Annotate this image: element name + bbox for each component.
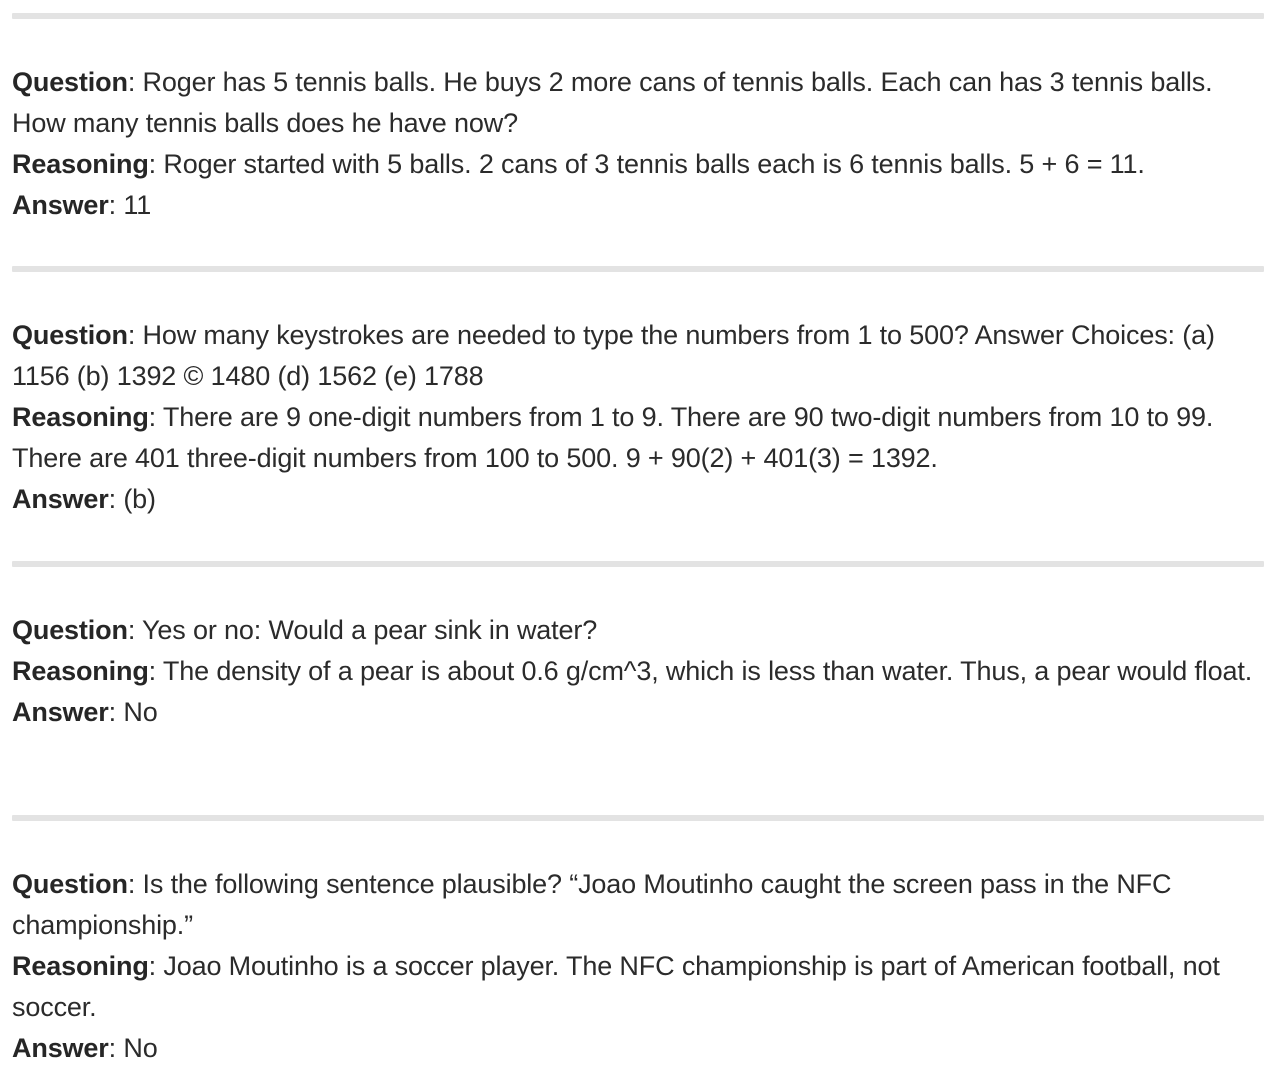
separator-rule xyxy=(12,266,1264,272)
answer-label: Answer xyxy=(12,1033,109,1063)
answer-line: Answer: 11 xyxy=(12,185,1264,226)
answer-label: Answer xyxy=(12,697,109,727)
reasoning-label: Reasoning xyxy=(12,951,149,981)
answer-text: No xyxy=(123,697,158,727)
label-separator: : xyxy=(127,869,143,899)
reasoning-text: Roger started with 5 balls. 2 cans of 3 … xyxy=(163,149,1145,179)
reasoning-label: Reasoning xyxy=(12,149,149,179)
question-label: Question xyxy=(12,869,128,899)
separator-rule xyxy=(12,815,1264,821)
question-line: Question: Is the following sentence plau… xyxy=(12,864,1264,946)
example-block-1: Question: Roger has 5 tennis balls. He b… xyxy=(12,62,1264,226)
label-separator: : xyxy=(108,484,124,514)
reasoning-text: The density of a pear is about 0.6 g/cm^… xyxy=(162,656,1253,686)
reasoning-text: Joao Moutinho is a soccer player. The NF… xyxy=(12,951,1220,1022)
label-separator: : xyxy=(108,190,124,220)
answer-text: (b) xyxy=(123,484,156,514)
question-text: How many keystrokes are needed to type t… xyxy=(12,320,1215,391)
label-separator: : xyxy=(127,67,143,97)
label-separator: : xyxy=(148,951,164,981)
label-separator: : xyxy=(108,1033,124,1063)
separator-rule xyxy=(12,13,1264,19)
question-label: Question xyxy=(12,615,128,645)
question-text: Yes or no: Would a pear sink in water? xyxy=(142,615,598,645)
label-separator: : xyxy=(108,697,124,727)
answer-line: Answer: (b) xyxy=(12,479,1264,520)
question-line: Question: Yes or no: Would a pear sink i… xyxy=(12,610,1264,651)
label-separator: : xyxy=(148,656,163,686)
question-line: Question: How many keystrokes are needed… xyxy=(12,315,1264,397)
example-block-3: Question: Yes or no: Would a pear sink i… xyxy=(12,610,1264,733)
question-line: Question: Roger has 5 tennis balls. He b… xyxy=(12,62,1264,144)
reasoning-line: Reasoning: There are 9 one-digit numbers… xyxy=(12,397,1264,479)
question-text: Is the following sentence plausible? “Jo… xyxy=(12,869,1172,940)
reasoning-label: Reasoning xyxy=(12,656,149,686)
answer-line: Answer: No xyxy=(12,692,1264,733)
answer-text: 11 xyxy=(123,190,152,220)
answer-line: Answer: No xyxy=(12,1028,1264,1069)
reasoning-label: Reasoning xyxy=(12,402,149,432)
reasoning-text: There are 9 one-digit numbers from 1 to … xyxy=(12,402,1214,473)
question-text: Roger has 5 tennis balls. He buys 2 more… xyxy=(12,67,1213,138)
label-separator: : xyxy=(148,402,163,432)
reasoning-line: Reasoning: Joao Moutinho is a soccer pla… xyxy=(12,946,1264,1028)
reasoning-line: Reasoning: The density of a pear is abou… xyxy=(12,651,1264,692)
label-separator: : xyxy=(127,320,143,350)
document: Question: Roger has 5 tennis balls. He b… xyxy=(0,0,1280,1074)
question-label: Question xyxy=(12,320,128,350)
answer-label: Answer xyxy=(12,190,109,220)
reasoning-line: Reasoning: Roger started with 5 balls. 2… xyxy=(12,144,1264,185)
answer-label: Answer xyxy=(12,484,109,514)
separator-rule xyxy=(12,561,1264,567)
example-block-4: Question: Is the following sentence plau… xyxy=(12,864,1264,1069)
answer-text: No xyxy=(123,1033,158,1063)
label-separator: : xyxy=(127,615,143,645)
question-label: Question xyxy=(12,67,128,97)
example-block-2: Question: How many keystrokes are needed… xyxy=(12,315,1264,520)
label-separator: : xyxy=(148,149,164,179)
